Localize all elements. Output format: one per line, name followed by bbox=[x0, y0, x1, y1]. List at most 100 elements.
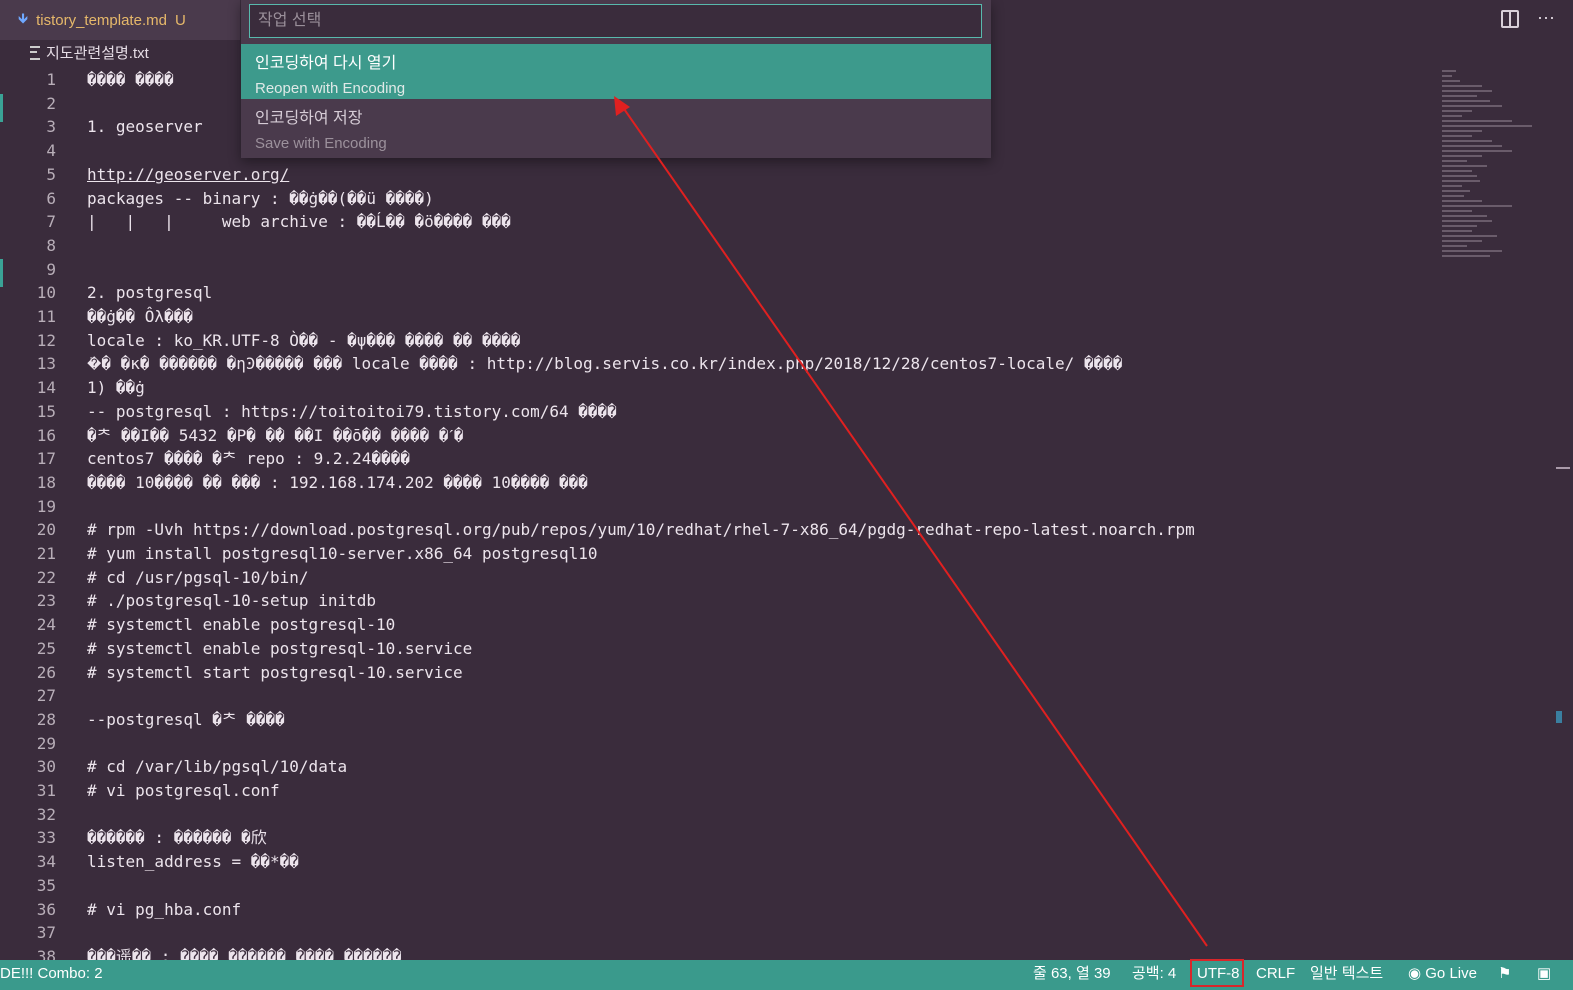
editor-line[interactable]: 18 ���� 10���� �� ��� : 192.168.174.202 �… bbox=[0, 471, 1430, 495]
minimap-line bbox=[1442, 185, 1462, 187]
editor-line[interactable]: 5 http://geoserver.org/ bbox=[0, 163, 1430, 187]
line-number: 10 bbox=[36, 283, 56, 303]
breadcrumb[interactable]: 지도관련설명.txt bbox=[30, 42, 149, 63]
editor-line[interactable]: 16 �ᄎ ��Ι�� 5432 �Ρ� �ܰ� ��Ι ��ō�� ���� �… bbox=[0, 424, 1430, 448]
editor-line[interactable]: 32 bbox=[0, 803, 1430, 827]
line-text: 1) ��ġ bbox=[87, 378, 145, 398]
editor-line[interactable]: 14 1) ��ġ bbox=[0, 376, 1430, 400]
line-number: 33 bbox=[36, 828, 56, 848]
line-text: packages -- binary : ��ġ��(��ü ����) bbox=[87, 188, 434, 208]
editor-line[interactable]: 12 locale : ko_KR.UTF-8 Ò�� - �ψ��� ���� … bbox=[0, 329, 1430, 353]
quick-pick-item-description: Reopen with Encoding bbox=[255, 80, 406, 97]
quick-pick-input[interactable]: 작업 선택 bbox=[249, 4, 982, 38]
scrollbar-marker bbox=[1556, 711, 1562, 723]
editor-line[interactable]: 17 centos7 ���� �ᄎ repo : 9.2.24���� bbox=[0, 447, 1430, 471]
line-number: 20 bbox=[36, 520, 56, 540]
editor-line[interactable]: 23 # ./postgresql-10-setup initdb bbox=[0, 589, 1430, 613]
notifications-bell-icon[interactable]: ▣ bbox=[1537, 960, 1551, 990]
line-number: 26 bbox=[36, 662, 56, 682]
line-text: �ᄎ ��Ι�� 5432 �Ρ� �ܰ� ��Ι ��ō�� ���� �ˊ� bbox=[87, 425, 464, 445]
status-language-mode[interactable]: 일반 텍스트 bbox=[1310, 960, 1383, 990]
minimap-line bbox=[1442, 125, 1532, 127]
live-share-icon[interactable]: ⚑ bbox=[1498, 960, 1511, 990]
minimap-line bbox=[1442, 255, 1490, 257]
editor-line[interactable]: 11 ��ġ�� Ôλ��� bbox=[0, 305, 1430, 329]
editor-line[interactable]: 24 # systemctl enable postgresql-10 bbox=[0, 613, 1430, 637]
line-text: # cd /var/lib/pgsql/10/data bbox=[87, 757, 348, 777]
status-indentation[interactable]: 공백: 4 bbox=[1132, 960, 1176, 990]
editor-line[interactable]: 27 bbox=[0, 684, 1430, 708]
line-text: ���� 10���� �� ��� : 192.168.174.202 ���… bbox=[87, 472, 588, 492]
minimap-line bbox=[1442, 75, 1452, 77]
quick-pick-item-reopen-with-encoding[interactable]: 인코딩하여 다시 열기 Reopen with Encoding bbox=[241, 44, 991, 99]
line-number: 23 bbox=[36, 591, 56, 611]
editor-line[interactable]: 7 | | | web archive : ��Ĺ�� �ö���� ��� bbox=[0, 210, 1430, 234]
editor-line[interactable]: 21 # yum install postgresql10-server.x86_… bbox=[0, 542, 1430, 566]
line-number: 27 bbox=[36, 686, 56, 706]
editor-line[interactable]: 13 �ܰ� �κ� ������ �ηϿ����� ��� locale ���… bbox=[0, 352, 1430, 376]
minimap-line bbox=[1442, 140, 1492, 142]
editor-line[interactable]: 36 # vi pg_hba.conf bbox=[0, 898, 1430, 922]
line-number: 16 bbox=[36, 425, 56, 445]
status-power-mode[interactable]: DE!!! Combo: 2 bbox=[0, 960, 103, 990]
editor-line[interactable]: 20 # rpm -Uvh https://download.postgresql… bbox=[0, 518, 1430, 542]
line-number: 19 bbox=[36, 496, 56, 516]
minimap[interactable] bbox=[1438, 66, 1556, 276]
line-text: # rpm -Uvh https://download.postgresql.o… bbox=[87, 520, 1195, 540]
editor-line[interactable]: 26 # systemctl start postgresql-10.servic… bbox=[0, 661, 1430, 685]
split-editor-icon[interactable] bbox=[1501, 10, 1519, 28]
minimap-line bbox=[1442, 245, 1467, 247]
editor-line[interactable]: 8 bbox=[0, 234, 1430, 258]
minimap-line bbox=[1442, 155, 1482, 157]
status-cursor-position[interactable]: 줄 63, 열 39 bbox=[1033, 960, 1111, 990]
download-arrow-icon: 🡻 bbox=[18, 10, 29, 26]
minimap-line bbox=[1442, 230, 1472, 232]
line-text: http://geoserver.org/ bbox=[87, 164, 290, 184]
minimap-line bbox=[1442, 175, 1477, 177]
editor-line[interactable]: 29 bbox=[0, 732, 1430, 756]
line-text: ���� ���� bbox=[87, 70, 174, 89]
status-eol[interactable]: CRLF bbox=[1256, 960, 1295, 990]
editor-line[interactable]: 9 bbox=[0, 258, 1430, 282]
editor-line[interactable]: 22 # cd /usr/pgsql-10/bin/ bbox=[0, 566, 1430, 590]
line-number: 5 bbox=[46, 164, 56, 184]
tab-tistory-template[interactable]: 🡻 tistory_template.md U bbox=[0, 0, 240, 40]
line-text: �ܰ� �κ� ������ �ηϿ����� ��� locale ���� … bbox=[87, 354, 1123, 374]
quick-pick-item-save-with-encoding[interactable]: 인코딩하여 저장 Save with Encoding bbox=[241, 99, 991, 154]
minimap-line bbox=[1442, 205, 1512, 207]
line-number: 11 bbox=[36, 307, 56, 326]
minimap-line bbox=[1442, 160, 1467, 162]
editor-line[interactable]: 34 listen_address = ��*�� bbox=[0, 850, 1430, 874]
quick-pick-item-title: 인코딩하여 저장 bbox=[255, 110, 363, 127]
editor-text-area[interactable]: 1 ���� ���� 2 3 1. geoserver 4 5 http://geoserv… bbox=[0, 66, 1430, 960]
editor-line[interactable]: 35 bbox=[0, 874, 1430, 898]
editor-line[interactable]: 10 2. postgresql bbox=[0, 281, 1430, 305]
text-file-icon bbox=[30, 45, 40, 60]
line-text: # yum install postgresql10-server.x86_64… bbox=[87, 544, 598, 563]
editor-line[interactable]: 15 -- postgresql : https://toitoitoi79.ti… bbox=[0, 400, 1430, 424]
minimap-line bbox=[1442, 190, 1470, 192]
vertical-scrollbar[interactable] bbox=[1556, 66, 1573, 960]
more-actions-icon[interactable]: ⋯ bbox=[1537, 8, 1555, 29]
line-number: 3 bbox=[46, 117, 56, 137]
line-number: 37 bbox=[36, 923, 56, 943]
minimap-line bbox=[1442, 200, 1482, 202]
minimap-line bbox=[1442, 70, 1456, 72]
minimap-line bbox=[1442, 145, 1502, 147]
line-text: 2. postgresql bbox=[87, 283, 213, 303]
scrollbar-marker bbox=[1556, 467, 1570, 469]
editor-line[interactable]: 6 packages -- binary : ��ġ��(��ü ����) bbox=[0, 187, 1430, 211]
minimap-line bbox=[1442, 170, 1472, 172]
line-text: centos7 ���� �ᄎ repo : 9.2.24���� bbox=[87, 449, 410, 469]
editor-line[interactable]: 37 bbox=[0, 921, 1430, 945]
editor-line[interactable]: 31 # vi postgresql.conf bbox=[0, 779, 1430, 803]
editor-line[interactable]: 19 bbox=[0, 495, 1430, 519]
editor-line[interactable]: 28 --postgresql �ᄎ ���� bbox=[0, 708, 1430, 732]
minimap-line bbox=[1442, 95, 1477, 97]
go-live-button[interactable]: ◉ Go Live bbox=[1408, 960, 1477, 990]
editor-line[interactable]: 30 # cd /var/lib/pgsql/10/data bbox=[0, 755, 1430, 779]
editor-line[interactable]: 33 ������ : ������ �欣 bbox=[0, 826, 1430, 850]
editor-line[interactable]: 38 ���遥�� : ���� ������ ���� ������ bbox=[0, 945, 1430, 960]
minimap-line bbox=[1442, 100, 1490, 102]
editor-line[interactable]: 25 # systemctl enable postgresql-10.servi… bbox=[0, 637, 1430, 661]
